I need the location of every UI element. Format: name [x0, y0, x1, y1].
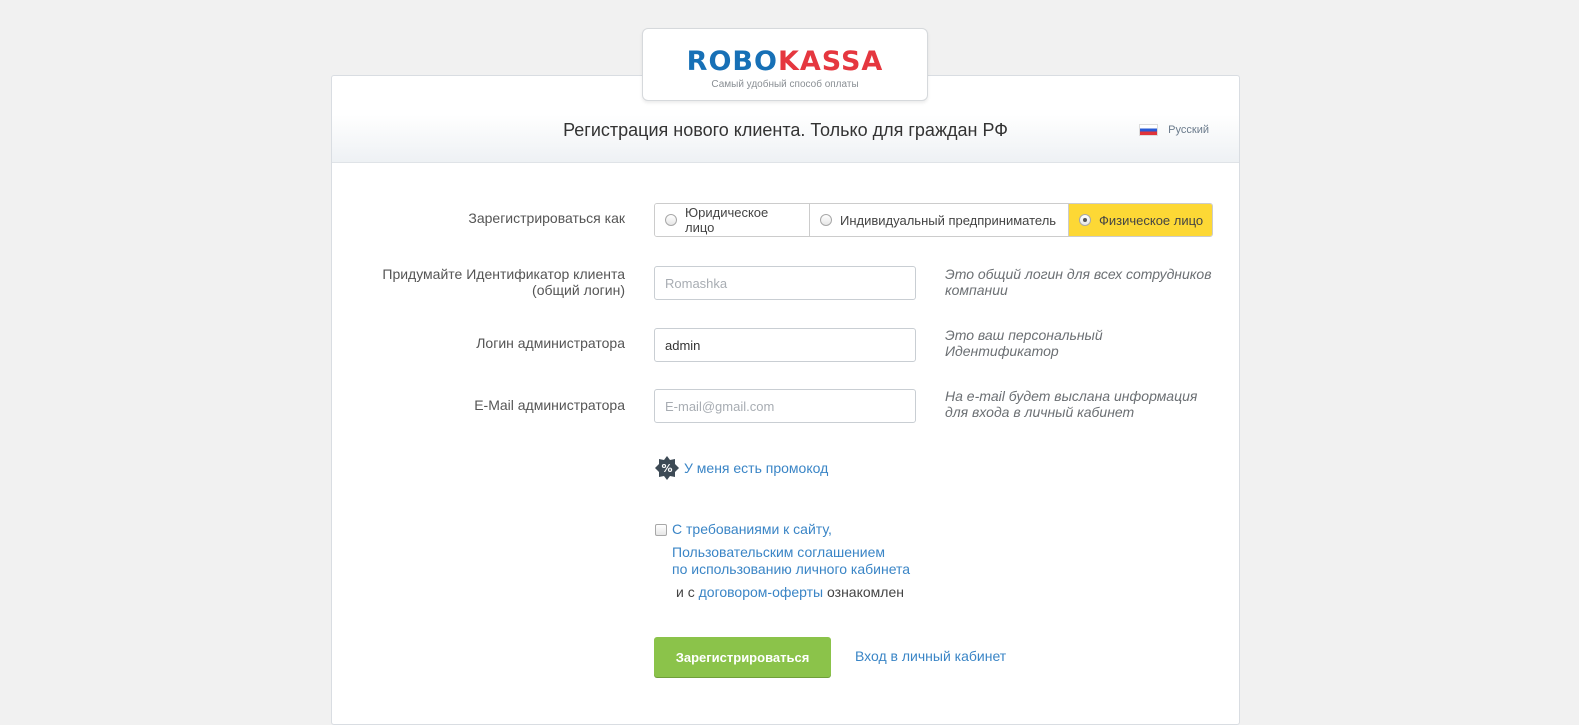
logo-part-robo: ROBO — [686, 46, 778, 77]
radio-individual[interactable] — [1079, 214, 1091, 226]
option-individual-label: Физическое лицо — [1099, 212, 1204, 228]
register-as-label: Зарегистрироваться как — [468, 210, 625, 226]
site-requirements-link[interactable]: С требованиями к сайту, — [672, 521, 832, 537]
promo-code-link[interactable]: У меня есть промокод — [684, 460, 828, 476]
admin-login-input[interactable] — [654, 328, 916, 362]
option-legal-entity-label: Юридическое лицо — [684, 205, 769, 235]
language-label: Русский — [1168, 124, 1209, 136]
client-id-label-line1: Придумайте Идентификатор клиента — [382, 266, 625, 282]
agreement-checkbox[interactable] — [655, 524, 667, 536]
register-button[interactable]: Зарегистрироваться — [654, 637, 831, 677]
percent-badge-icon: % — [655, 456, 679, 480]
admin-login-label: Логин администратора — [476, 335, 625, 351]
radio-legal-entity[interactable] — [665, 214, 677, 226]
admin-login-hint: Это ваш персональный Идентификатор — [945, 327, 1103, 359]
option-individual-entrepreneur-label: Индивидуальный предприниматель — [840, 212, 1057, 228]
agreement-line-1: С требованиями к сайту, — [672, 521, 832, 538]
agreement-line-2: Пользовательским соглашением — [672, 544, 885, 561]
svg-text:%: % — [661, 462, 672, 475]
radio-individual-entrepreneur[interactable] — [820, 214, 832, 226]
client-id-hint: Это общий логин для всех сотрудников ком… — [945, 266, 1212, 298]
offer-contract-link[interactable]: договором-оферты — [699, 584, 824, 600]
logo-wordmark: ROBOKASSA — [643, 47, 927, 77]
user-agreement-link-line2[interactable]: по использованию личного кабинета — [672, 561, 910, 577]
client-id-label-line2: (общий логин) — [532, 282, 625, 298]
logo-tagline: Самый удобный способ оплаты — [711, 79, 859, 90]
logo: ROBOKASSA Самый удобный способ оплаты — [642, 28, 928, 101]
agreement-text-suffix: ознакомлен — [827, 584, 904, 600]
client-id-label: Придумайте Идентификатор клиента (общий … — [382, 266, 625, 298]
agreement-line-3: по использованию личного кабинета — [672, 561, 910, 578]
russia-flag-icon — [1139, 124, 1159, 136]
admin-email-hint: На e-mail будет выслана информация для в… — [945, 388, 1198, 420]
promo-code-toggle[interactable]: % У меня есть промокод — [655, 456, 828, 480]
option-legal-entity[interactable]: Юридическое лицо — [655, 204, 810, 236]
user-agreement-link-line1[interactable]: Пользовательским соглашением — [672, 544, 885, 560]
option-individual[interactable]: Физическое лицо — [1069, 204, 1212, 236]
admin-email-input[interactable] — [654, 389, 916, 423]
language-selector[interactable]: Русский — [1139, 124, 1209, 136]
logo-part-kassa: KASSA — [777, 46, 884, 77]
agreement-line-4: и с договором-оферты ознакомлен — [676, 584, 904, 601]
page-title: Регистрация нового клиента. Только для г… — [563, 120, 1008, 140]
option-individual-entrepreneur[interactable]: Индивидуальный предприниматель — [810, 204, 1069, 236]
admin-email-label: E-Mail администратора — [474, 397, 625, 413]
client-id-input[interactable] — [654, 266, 916, 300]
login-link[interactable]: Вход в личный кабинет — [855, 648, 1006, 664]
agreement-text-prefix: и с — [676, 584, 695, 600]
register-as-selector: Юридическое лицо Индивидуальный предприн… — [654, 203, 1213, 237]
